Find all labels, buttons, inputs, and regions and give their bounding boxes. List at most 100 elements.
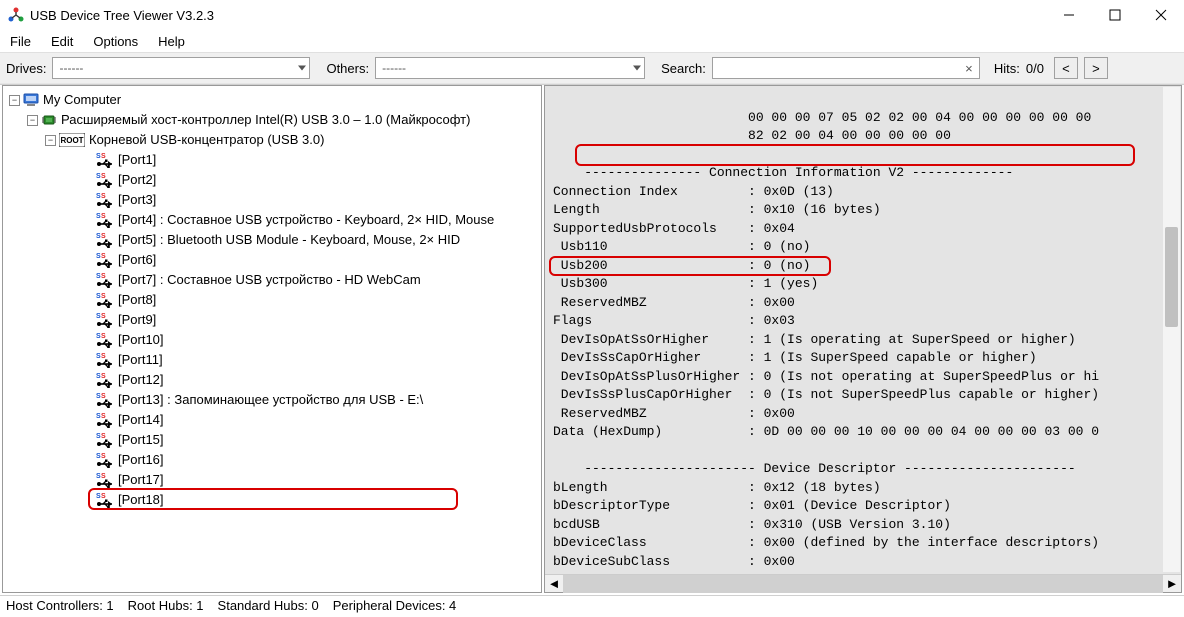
- details-panel[interactable]: 00 00 00 07 05 02 02 00 04 00 00 00 00 0…: [544, 85, 1182, 593]
- tree-port-11[interactable]: S S [Port11]: [9, 350, 539, 370]
- node-label: Корневой USB-концентратор (USB 3.0): [89, 130, 324, 150]
- others-label: Others:: [326, 61, 369, 76]
- menu-file[interactable]: File: [4, 32, 41, 51]
- menu-options[interactable]: Options: [87, 32, 148, 51]
- node-label: [Port11]: [118, 350, 163, 370]
- vscroll-thumb[interactable]: [1165, 227, 1178, 327]
- tree-port-7[interactable]: S S [Port7] : Составное USB устройство -…: [9, 270, 539, 290]
- hscroll-thumb[interactable]: [563, 575, 1163, 593]
- svg-text:S: S: [101, 433, 106, 440]
- node-icon: S S: [96, 312, 114, 328]
- drives-value: ------: [59, 61, 83, 75]
- tree-port-10[interactable]: S S [Port10]: [9, 330, 539, 350]
- search-label: Search:: [661, 61, 706, 76]
- node-icon: S S: [96, 452, 114, 468]
- menu-edit[interactable]: Edit: [45, 32, 83, 51]
- tree-root[interactable]: − My Computer: [9, 90, 539, 110]
- menu-help[interactable]: Help: [152, 32, 195, 51]
- tree-root-hub[interactable]: − ROOT Корневой USB-концентратор (USB 3.…: [9, 130, 539, 150]
- svg-text:S: S: [101, 273, 106, 280]
- tree-port-16[interactable]: S S [Port16]: [9, 450, 539, 470]
- node-icon: [41, 112, 57, 128]
- node-label: [Port15]: [118, 430, 164, 450]
- hscroll-left[interactable]: ◄: [545, 576, 563, 591]
- vertical-scrollbar[interactable]: [1163, 87, 1180, 572]
- tree-port-6[interactable]: S S [Port6]: [9, 250, 539, 270]
- node-label: [Port1]: [118, 150, 156, 170]
- node-icon: S S: [96, 332, 114, 348]
- node-label: [Port3]: [118, 190, 156, 210]
- others-combo[interactable]: ------: [375, 57, 645, 79]
- toolbar: Drives: ------ Others: ------ Search: × …: [0, 52, 1184, 84]
- svg-text:S: S: [101, 353, 106, 360]
- node-icon: S S: [96, 272, 114, 288]
- tree-port-18[interactable]: S S [Port18]: [9, 490, 539, 510]
- node-icon: S S: [96, 432, 114, 448]
- tree-port-1[interactable]: S S [Port1]: [9, 150, 539, 170]
- node-label: [Port8]: [118, 290, 156, 310]
- node-label: [Port4] : Составное USB устройство - Key…: [118, 210, 494, 230]
- node-label: [Port12]: [118, 370, 164, 390]
- svg-text:S: S: [101, 393, 106, 400]
- tree-port-8[interactable]: S S [Port8]: [9, 290, 539, 310]
- tree-port-12[interactable]: S S [Port12]: [9, 370, 539, 390]
- statusbar: Host Controllers: 1 Root Hubs: 1 Standar…: [0, 595, 1184, 617]
- tree-port-15[interactable]: S S [Port15]: [9, 430, 539, 450]
- hits-label: Hits:: [994, 61, 1020, 76]
- details-content: 00 00 00 07 05 02 02 00 04 00 00 00 00 0…: [545, 86, 1181, 574]
- node-label: [Port18]: [118, 490, 164, 510]
- node-icon: S S: [96, 292, 114, 308]
- chevron-down-icon: [298, 66, 306, 71]
- svg-text:S: S: [101, 173, 106, 180]
- node-icon: S S: [96, 192, 114, 208]
- app-icon: [8, 7, 24, 23]
- tree-port-3[interactable]: S S [Port3]: [9, 190, 539, 210]
- svg-text:S: S: [101, 493, 106, 500]
- node-icon: S S: [96, 412, 114, 428]
- node-label: [Port9]: [118, 310, 156, 330]
- status-peripheral: Peripheral Devices: 4: [333, 598, 457, 615]
- node-icon: S S: [96, 352, 114, 368]
- status-root-hubs: Root Hubs: 1: [128, 598, 204, 615]
- clear-search-icon[interactable]: ×: [959, 61, 979, 76]
- prev-hit-button[interactable]: <: [1054, 57, 1078, 79]
- expander-icon[interactable]: −: [27, 115, 38, 126]
- tree-port-4[interactable]: S S [Port4] : Составное USB устройство -…: [9, 210, 539, 230]
- drives-combo[interactable]: ------: [52, 57, 310, 79]
- node-icon: S S: [96, 392, 114, 408]
- tree-port-13[interactable]: S S [Port13] : Запоминающее устройство д…: [9, 390, 539, 410]
- window-title: USB Device Tree Viewer V3.2.3: [30, 8, 214, 23]
- tree-panel[interactable]: − My Computer− Расширяемый хост-контролл…: [2, 85, 542, 593]
- expander-icon[interactable]: −: [9, 95, 20, 106]
- search-box: ×: [712, 57, 980, 79]
- next-hit-button[interactable]: >: [1084, 57, 1108, 79]
- tree-port-17[interactable]: S S [Port17]: [9, 470, 539, 490]
- close-button[interactable]: [1138, 1, 1184, 29]
- tree-port-5[interactable]: S S [Port5] : Bluetooth USB Module - Key…: [9, 230, 539, 250]
- tree-port-2[interactable]: S S [Port2]: [9, 170, 539, 190]
- node-icon: [23, 92, 39, 108]
- node-label: [Port14]: [118, 410, 164, 430]
- tree-port-14[interactable]: S S [Port14]: [9, 410, 539, 430]
- svg-text:S: S: [101, 333, 106, 340]
- hscroll-right[interactable]: ►: [1163, 576, 1181, 591]
- node-label: Расширяемый хост-контроллер Intel(R) USB…: [61, 110, 470, 130]
- tree-port-9[interactable]: S S [Port9]: [9, 310, 539, 330]
- svg-text:S: S: [101, 253, 106, 260]
- horizontal-scrollbar[interactable]: ◄ ►: [545, 574, 1181, 592]
- node-label: [Port13] : Запоминающее устройство для U…: [118, 390, 423, 410]
- search-input[interactable]: [713, 58, 959, 78]
- svg-text:S: S: [101, 293, 106, 300]
- svg-text:S: S: [101, 473, 106, 480]
- titlebar: USB Device Tree Viewer V3.2.3: [0, 0, 1184, 30]
- tree-controller[interactable]: − Расширяемый хост-контроллер Intel(R) U…: [9, 110, 539, 130]
- svg-text:S: S: [101, 453, 106, 460]
- hits-value: 0/0: [1026, 61, 1044, 76]
- maximize-button[interactable]: [1092, 1, 1138, 29]
- node-icon: S S: [96, 232, 114, 248]
- node-label: [Port10]: [118, 330, 164, 350]
- expander-icon[interactable]: −: [45, 135, 56, 146]
- node-icon: S S: [96, 472, 114, 488]
- minimize-button[interactable]: [1046, 1, 1092, 29]
- svg-text:S: S: [101, 193, 106, 200]
